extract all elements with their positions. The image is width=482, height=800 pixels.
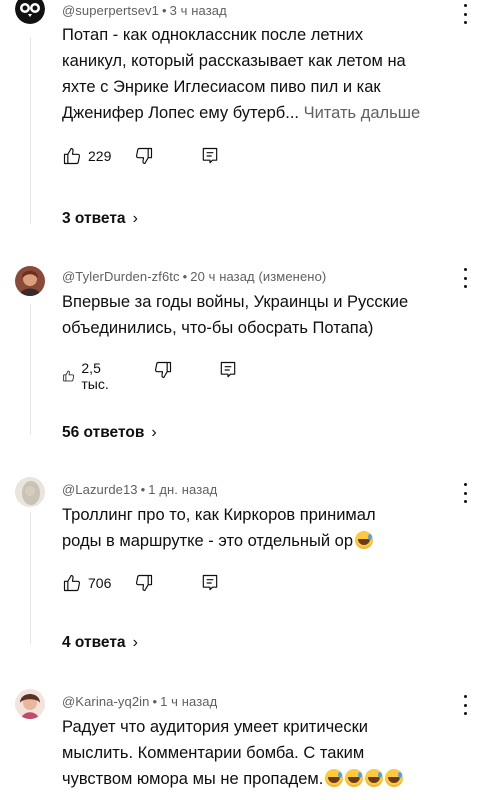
- comment-text: Троллинг про то, как Киркоров принимал р…: [62, 506, 376, 550]
- more-vertical-icon[interactable]: [462, 4, 468, 24]
- comment-meta: @TylerDurden-zf6tc • 20 ч назад (изменено): [62, 269, 327, 284]
- sweat-smile-emoji: [325, 769, 344, 787]
- chevron-right-icon: ›: [151, 424, 157, 441]
- reply-icon: [202, 574, 218, 591]
- thread-line: [30, 304, 31, 434]
- comment-author[interactable]: @TylerDurden-zf6tc: [62, 269, 180, 284]
- comment-text: Потап - как одноклассник после летних ка…: [62, 26, 421, 122]
- thumb-up-icon: [63, 574, 81, 592]
- avatar[interactable]: [15, 266, 45, 296]
- owl-logo-icon: [15, 0, 45, 24]
- like-button[interactable]: 706: [62, 573, 111, 593]
- sweat-smile-emoji: [385, 769, 404, 787]
- comment-text: Впервые за годы войны, Украинцы и Русски…: [62, 293, 409, 337]
- user-photo-icon: [15, 477, 45, 507]
- replies-link[interactable]: 4 ответа ›: [62, 634, 138, 652]
- reply-icon: [202, 147, 218, 164]
- thumb-down-icon: [154, 361, 172, 379]
- more-vertical-icon[interactable]: [462, 483, 468, 503]
- comment-text: Радует что аудитория умеет критически мы…: [62, 714, 472, 792]
- thread-line: [30, 512, 31, 644]
- sweat-smile-emoji: [365, 769, 384, 787]
- comment-time: 1 ч назад: [160, 694, 218, 709]
- comment-time: 3 ч назад: [169, 3, 227, 18]
- read-more-link[interactable]: Читать дальше: [304, 104, 421, 122]
- dislike-button[interactable]: [134, 573, 154, 593]
- like-count: 706: [88, 575, 112, 591]
- dislike-button[interactable]: [153, 360, 173, 380]
- sweat-smile-emoji: [345, 769, 364, 787]
- avatar[interactable]: [15, 0, 45, 24]
- user-photo-icon: [15, 689, 45, 719]
- chevron-right-icon: ›: [132, 210, 138, 227]
- thumb-up-icon: [63, 370, 75, 382]
- dislike-button[interactable]: [134, 146, 154, 166]
- avatar[interactable]: [15, 689, 45, 719]
- thread-line: [30, 38, 31, 224]
- like-count: 229: [88, 148, 112, 164]
- comment-author[interactable]: @Karina-yq2in: [62, 694, 149, 709]
- sweat-smile-emoji: [355, 531, 374, 549]
- like-button[interactable]: 229: [62, 146, 111, 166]
- reply-button[interactable]: [200, 146, 220, 166]
- like-count: 2,5 тыс.: [81, 360, 109, 392]
- more-vertical-icon[interactable]: [462, 695, 468, 715]
- replies-link[interactable]: 56 ответов ›: [62, 424, 157, 442]
- reply-button[interactable]: [200, 573, 220, 593]
- avatar[interactable]: [15, 477, 45, 507]
- chevron-right-icon: ›: [132, 634, 138, 651]
- comment-time: 20 ч назад (изменено): [190, 269, 327, 284]
- like-button[interactable]: 2,5 тыс.: [62, 360, 115, 392]
- more-vertical-icon[interactable]: [462, 268, 468, 288]
- reply-button[interactable]: [218, 360, 238, 380]
- comment-meta: @superpertsev1 • 3 ч назад: [62, 3, 227, 18]
- replies-link[interactable]: 3 ответа ›: [62, 210, 138, 228]
- reply-icon: [220, 361, 236, 378]
- user-photo-icon: [15, 266, 45, 296]
- comment-author[interactable]: @Lazurde13: [62, 482, 138, 497]
- comment-meta: @Karina-yq2in • 1 ч назад: [62, 694, 218, 709]
- comment-time: 1 дн. назад: [148, 482, 218, 497]
- thumb-up-icon: [63, 147, 81, 165]
- thumb-down-icon: [135, 147, 153, 165]
- comment-meta: @Lazurde13 • 1 дн. назад: [62, 482, 218, 497]
- thumb-down-icon: [135, 574, 153, 592]
- comment-author[interactable]: @superpertsev1: [62, 3, 159, 18]
